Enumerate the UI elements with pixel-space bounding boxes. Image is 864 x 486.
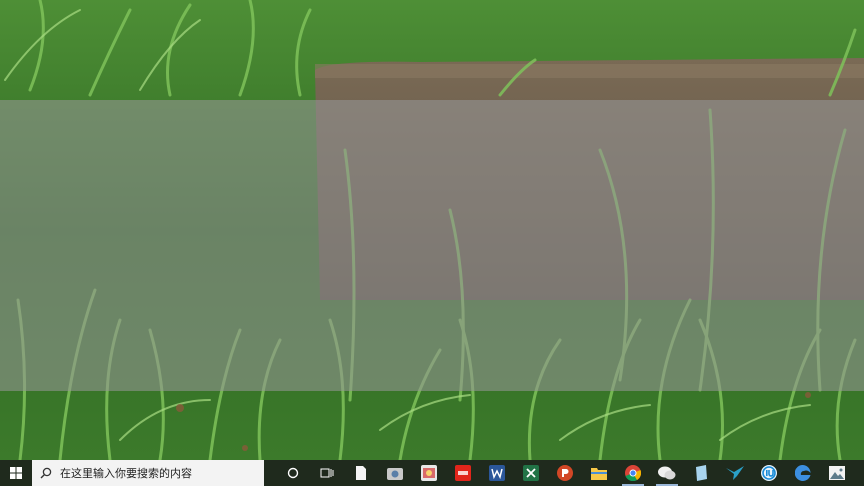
taskbar-search-box[interactable]: 在这里输入你要搜索的内容 bbox=[32, 460, 264, 486]
task-view-button[interactable] bbox=[310, 460, 344, 486]
task-view-icon bbox=[320, 468, 334, 478]
taskbar-red-app[interactable] bbox=[446, 460, 480, 486]
file-icon bbox=[356, 466, 366, 480]
windows-logo-icon bbox=[10, 467, 22, 479]
word-icon bbox=[489, 465, 505, 481]
taskbar-powerpoint[interactable] bbox=[548, 460, 582, 486]
search-icon bbox=[40, 467, 52, 479]
taskbar-edge[interactable] bbox=[786, 460, 820, 486]
file-explorer-icon bbox=[591, 468, 607, 480]
search-placeholder: 在这里输入你要搜索的内容 bbox=[60, 467, 192, 480]
taskbar-file-explorer[interactable] bbox=[582, 460, 616, 486]
camera-app-icon bbox=[387, 468, 403, 480]
taskbar: 在这里输入你要搜索的内容 bbox=[0, 460, 864, 486]
cortana-circle-icon bbox=[287, 467, 299, 479]
taskbar-photos[interactable] bbox=[820, 460, 854, 486]
taskbar-notes-app[interactable] bbox=[684, 460, 718, 486]
iu-app-icon bbox=[761, 465, 777, 481]
photos-icon bbox=[829, 466, 845, 480]
taskbar-excel[interactable] bbox=[514, 460, 548, 486]
powerpoint-icon bbox=[557, 465, 573, 481]
taskbar-bird-app[interactable] bbox=[718, 460, 752, 486]
chrome-icon bbox=[625, 465, 641, 481]
taskbar-wechat[interactable] bbox=[650, 460, 684, 486]
cortana-button[interactable] bbox=[276, 460, 310, 486]
notes-app-icon bbox=[696, 465, 707, 481]
edge-icon bbox=[795, 465, 811, 481]
start-button[interactable] bbox=[0, 460, 32, 486]
red-app-icon bbox=[455, 465, 471, 481]
taskbar-word[interactable] bbox=[480, 460, 514, 486]
taskbar-file-app[interactable] bbox=[344, 460, 378, 486]
taskbar-iu-app[interactable] bbox=[752, 460, 786, 486]
taskbar-camera-app[interactable] bbox=[378, 460, 412, 486]
bird-app-icon bbox=[726, 466, 744, 480]
excel-icon bbox=[523, 465, 539, 481]
wechat-icon bbox=[658, 466, 676, 480]
photo-app-icon bbox=[421, 465, 437, 481]
taskbar-chrome[interactable] bbox=[616, 460, 650, 486]
taskbar-photo-app[interactable] bbox=[412, 460, 446, 486]
translucent-panel bbox=[0, 100, 864, 391]
